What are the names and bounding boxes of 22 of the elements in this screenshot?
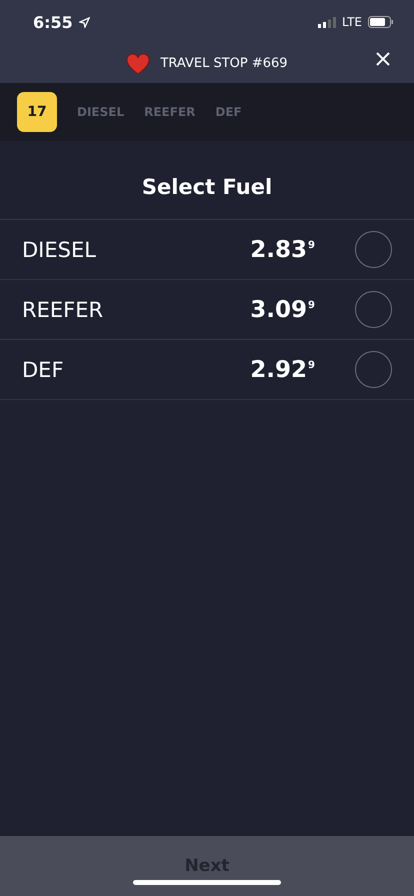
radio-button[interactable] [355, 291, 392, 328]
step-tab[interactable]: DIESEL [77, 105, 124, 119]
network-label: LTE [342, 15, 362, 29]
fuel-name: DIESEL [22, 238, 97, 262]
location-arrow-icon [78, 16, 90, 28]
fuel-name: REEFER [22, 298, 104, 322]
step-tab[interactable]: DEF [215, 105, 242, 119]
page-heading: Select Fuel [140, 175, 274, 199]
fuel-price: 2.92$^{9}$ [250, 356, 315, 382]
heart-icon [126, 52, 150, 74]
fuel-price: 2.83$^{9}$ [250, 236, 315, 262]
signal-icon [318, 16, 336, 28]
pump-number-badge[interactable]: 17 [17, 92, 57, 132]
step-tab[interactable]: REEFER [144, 105, 196, 119]
radio-button[interactable] [355, 231, 392, 268]
battery-icon [368, 16, 394, 28]
radio-button[interactable] [355, 351, 392, 388]
fuel-name: DEF [22, 358, 65, 382]
fuel-price: 3.09$^{9}$ [250, 296, 315, 322]
close-button[interactable] [374, 50, 392, 68]
station-title: TRAVEL STOP #669 [160, 56, 288, 71]
status-time: 6:55 [33, 12, 73, 32]
